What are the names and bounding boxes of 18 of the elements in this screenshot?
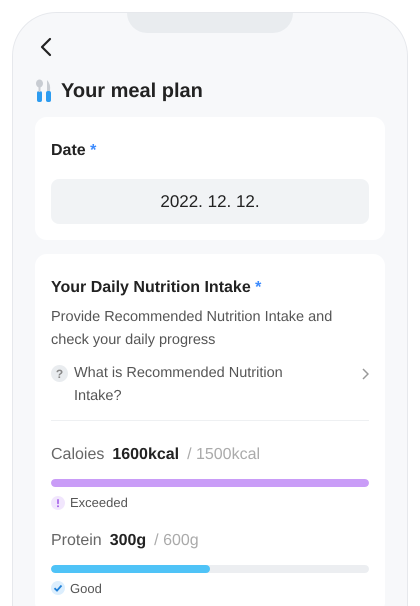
nutrient-target: / 600g — [154, 530, 199, 550]
nutrient-amount: 300g — [110, 530, 146, 550]
nutrient-name: Caloies — [51, 445, 104, 465]
nutrient-name: Protein — [51, 530, 102, 550]
help-icon: ? — [51, 365, 68, 382]
date-field[interactable]: 2022. 12. 12. — [51, 179, 369, 224]
status-text: Exceeded — [70, 494, 128, 512]
page-title: Your meal plan — [61, 79, 203, 103]
nutrient-amount: 1600kcal — [112, 445, 180, 465]
date-label: Date * — [51, 141, 98, 161]
nutrition-title: Your Daily Nutrition Intake * — [51, 278, 262, 298]
back-icon[interactable] — [39, 35, 53, 57]
utensils-icon — [35, 79, 53, 103]
help-link[interactable]: What is Recommended Nutrition Intake? — [74, 362, 314, 408]
nutrition-description: Provide Recommended Nutrition Intake and check your daily progress — [51, 308, 334, 350]
nutrient-target: / 1500kcal — [187, 445, 260, 465]
chevron-right-icon — [361, 368, 369, 380]
status-text: Good — [70, 580, 102, 598]
